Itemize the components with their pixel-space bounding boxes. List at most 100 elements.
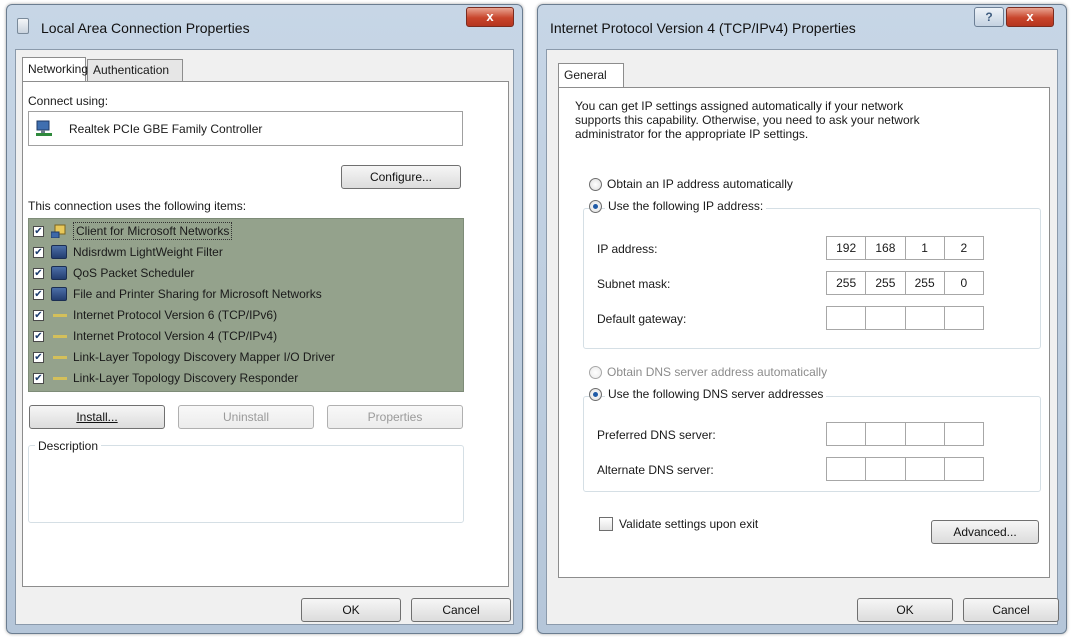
use-following-ip-radio[interactable] [589, 200, 602, 213]
connect-using-label: Connect using: [28, 94, 109, 108]
cancel-button[interactable]: Cancel [411, 598, 511, 622]
octet[interactable] [827, 423, 867, 445]
checkbox[interactable]: ✔ [33, 226, 44, 237]
octet[interactable] [906, 423, 945, 445]
protocol-icon [53, 356, 67, 359]
validate-label[interactable]: Validate settings upon exit [619, 517, 758, 531]
list-item-label: Internet Protocol Version 4 (TCP/IPv4) [73, 329, 278, 343]
close-button[interactable]: x [1006, 7, 1054, 27]
tab-strip: Networking Authentication [22, 57, 322, 81]
help-button[interactable]: ? [974, 7, 1004, 27]
tab-networking[interactable]: Networking [22, 57, 88, 81]
service-icon [51, 266, 67, 280]
cancel-button[interactable]: Cancel [963, 598, 1059, 622]
title-bar[interactable]: Local Area Connection Properties x [7, 5, 522, 49]
networking-panel: Connect using: Realtek PCIe GBE Family C… [22, 81, 509, 587]
dialog-title: Local Area Connection Properties [41, 20, 250, 36]
adapter-box: Realtek PCIe GBE Family Controller [28, 111, 463, 146]
service-icon [51, 287, 67, 301]
octet[interactable]: 255 [906, 272, 945, 294]
octet[interactable] [866, 307, 906, 329]
items-label: This connection uses the following items… [28, 199, 247, 213]
obtain-ip-auto-label[interactable]: Obtain an IP address automatically [607, 177, 793, 191]
use-following-ip-label[interactable]: Use the following IP address: [605, 199, 767, 213]
octet[interactable] [827, 458, 867, 480]
checkbox[interactable]: ✔ [33, 268, 44, 279]
checkbox[interactable]: ✔ [33, 289, 44, 300]
checkbox[interactable]: ✔ [33, 373, 44, 384]
default-gateway-input[interactable] [826, 306, 984, 330]
tab-strip: General [558, 63, 638, 87]
octet[interactable] [945, 458, 983, 480]
intro-text-line-1: You can get IP settings assigned automat… [575, 99, 904, 113]
protocol-icon [53, 314, 67, 317]
octet[interactable] [827, 307, 867, 329]
octet[interactable] [945, 307, 983, 329]
intro-text-line-3: administrator for the appropriate IP set… [575, 127, 809, 141]
octet[interactable] [866, 423, 906, 445]
obtain-dns-auto-label[interactable]: Obtain DNS server address automatically [607, 365, 827, 379]
tab-general[interactable]: General [558, 63, 624, 87]
checkbox[interactable]: ✔ [33, 352, 44, 363]
obtain-dns-auto-radio[interactable] [589, 366, 602, 379]
alternate-dns-input[interactable] [826, 457, 984, 481]
octet[interactable]: 192 [827, 237, 867, 259]
uninstall-button[interactable]: Uninstall [178, 405, 314, 429]
ok-button[interactable]: OK [301, 598, 401, 622]
install-button[interactable]: Install... [29, 405, 165, 429]
client-icon [51, 224, 66, 238]
ipv4-properties-dialog: Internet Protocol Version 4 (TCP/IPv4) P… [537, 4, 1067, 634]
list-item-label: Link-Layer Topology Discovery Mapper I/O… [73, 350, 335, 364]
configure-button[interactable]: Configure... [341, 165, 461, 189]
list-item-label: Ndisrdwm LightWeight Filter [73, 245, 223, 259]
ip-address-label: IP address: [597, 242, 658, 256]
close-button[interactable]: x [466, 7, 514, 27]
local-area-connection-properties-dialog: Local Area Connection Properties x Netwo… [6, 4, 523, 634]
protocol-icon [53, 335, 67, 338]
alternate-dns-label: Alternate DNS server: [597, 463, 714, 477]
preferred-dns-label: Preferred DNS server: [597, 428, 716, 442]
octet[interactable]: 0 [945, 272, 983, 294]
octet[interactable]: 1 [906, 237, 945, 259]
description-label: Description [35, 439, 102, 453]
octet[interactable] [906, 307, 945, 329]
title-bar[interactable]: Internet Protocol Version 4 (TCP/IPv4) P… [538, 5, 1066, 49]
validate-checkbox[interactable] [599, 517, 613, 531]
service-icon [51, 245, 67, 259]
protocol-icon [53, 377, 67, 380]
subnet-mask-label: Subnet mask: [597, 277, 671, 291]
list-item-label: File and Printer Sharing for Microsoft N… [73, 287, 322, 301]
octet[interactable]: 255 [827, 272, 867, 294]
adapter-name: Realtek PCIe GBE Family Controller [69, 122, 263, 136]
list-item-label: Client for Microsoft Networks [73, 222, 233, 240]
dialog-title: Internet Protocol Version 4 (TCP/IPv4) P… [550, 20, 856, 36]
dialog-client-area: Networking Authentication Connect using:… [15, 49, 514, 625]
intro-text-line-2: supports this capability. Otherwise, you… [575, 113, 920, 127]
checkbox[interactable]: ✔ [33, 310, 44, 321]
list-item-label: Internet Protocol Version 6 (TCP/IPv6) [73, 308, 278, 322]
dialog-client-area: General You can get IP settings assigned… [546, 49, 1059, 625]
octet[interactable]: 255 [866, 272, 906, 294]
advanced-button[interactable]: Advanced... [931, 520, 1039, 544]
tab-authentication[interactable]: Authentication [87, 59, 183, 81]
checkbox[interactable]: ✔ [33, 331, 44, 342]
obtain-ip-auto-radio[interactable] [589, 178, 602, 191]
octet[interactable] [906, 458, 945, 480]
list-item-label: QoS Packet Scheduler [73, 266, 195, 280]
connection-items-list[interactable]: ✔ Client for Microsoft Networks ✔ Ndisrd… [28, 218, 464, 392]
octet[interactable] [866, 458, 906, 480]
octet[interactable]: 168 [866, 237, 906, 259]
octet[interactable]: 2 [945, 237, 983, 259]
octet[interactable] [945, 423, 983, 445]
network-adapter-icon [36, 120, 52, 136]
properties-button[interactable]: Properties [327, 405, 463, 429]
install-button-label: Install... [76, 410, 118, 424]
use-following-dns-radio[interactable] [589, 388, 602, 401]
ok-button[interactable]: OK [857, 598, 953, 622]
subnet-mask-input[interactable]: 255 255 255 0 [826, 271, 984, 295]
use-following-dns-label[interactable]: Use the following DNS server addresses [605, 387, 827, 401]
description-group [28, 445, 464, 523]
preferred-dns-input[interactable] [826, 422, 984, 446]
ip-address-input[interactable]: 192 168 1 2 [826, 236, 984, 260]
checkbox[interactable]: ✔ [33, 247, 44, 258]
